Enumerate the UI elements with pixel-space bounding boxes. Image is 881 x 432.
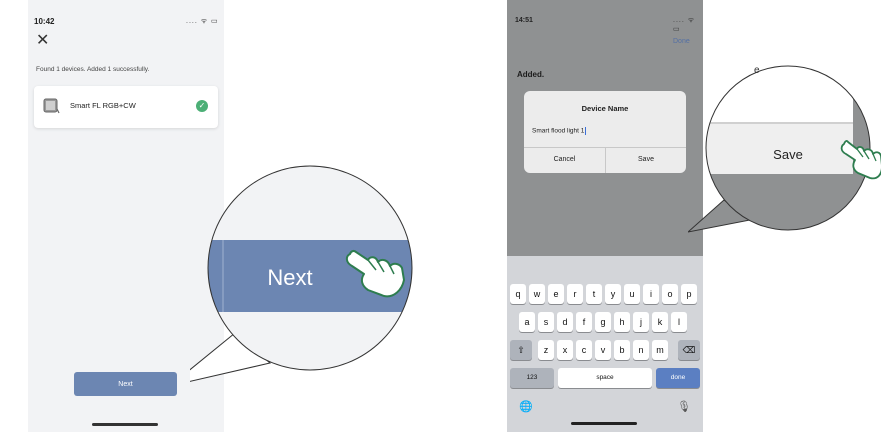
home-indicator <box>92 423 158 426</box>
key-v[interactable]: v <box>595 340 611 360</box>
status-icons: .... ᯤ ▭ <box>186 18 219 25</box>
device-name-input[interactable]: Smart flood light 1 <box>532 127 678 135</box>
zoom-next-label: Next <box>267 265 312 290</box>
zoom-save-label: Save <box>773 147 803 162</box>
space-key[interactable]: space <box>558 368 652 388</box>
next-button[interactable]: Next <box>74 372 177 396</box>
key-b[interactable]: b <box>614 340 630 360</box>
key-e[interactable]: e <box>548 284 564 304</box>
input-value: Smart flood light 1 <box>532 127 585 135</box>
magnifier-callout-next: Next <box>190 165 413 382</box>
globe-icon[interactable]: 🌐 <box>519 400 533 413</box>
key-t[interactable]: t <box>586 284 602 304</box>
device-name-dialog: Device Name Smart flood light 1 Cancel S… <box>524 91 686 173</box>
save-button[interactable]: Save <box>606 147 686 173</box>
microphone-icon[interactable]: 🎙 <box>677 400 691 413</box>
key-q[interactable]: q <box>510 284 526 304</box>
key-d[interactable]: d <box>557 312 573 332</box>
key-r[interactable]: r <box>567 284 583 304</box>
done-button[interactable]: Done <box>673 38 690 45</box>
numbers-key[interactable]: 123 <box>510 368 554 388</box>
dialog-title: Device Name <box>581 104 629 113</box>
key-i[interactable]: i <box>643 284 659 304</box>
key-o[interactable]: o <box>662 284 678 304</box>
zoom-partial-letter: e <box>754 65 760 76</box>
added-heading: Added. <box>517 70 545 79</box>
key-s[interactable]: s <box>538 312 554 332</box>
floodlight-icon <box>43 98 60 114</box>
status-time: 10:42 <box>34 17 55 26</box>
home-indicator <box>571 422 637 425</box>
key-j[interactable]: j <box>633 312 649 332</box>
key-u[interactable]: u <box>624 284 640 304</box>
key-a[interactable]: a <box>519 312 535 332</box>
shift-key[interactable]: ⇧ <box>510 340 532 360</box>
key-p[interactable]: p <box>681 284 697 304</box>
text-caret <box>585 127 587 135</box>
device-card[interactable]: Smart FL RGB+CW ✓ <box>34 86 218 128</box>
key-n[interactable]: n <box>633 340 649 360</box>
magnifier-callout-save: e Save <box>688 65 881 233</box>
key-x[interactable]: x <box>557 340 573 360</box>
key-h[interactable]: h <box>614 312 630 332</box>
key-m[interactable]: m <box>652 340 668 360</box>
status-icons: .... ᯤ ▭ <box>673 17 696 33</box>
found-devices-message: Found 1 devices. Added 1 successfully. <box>36 66 150 73</box>
keyboard: q w e r t y u i o p a s d f g h j k l ⇧ … <box>507 256 703 432</box>
status-time: 14:51 <box>515 17 533 24</box>
backspace-key[interactable]: ⌫ <box>678 340 700 360</box>
key-y[interactable]: y <box>605 284 621 304</box>
key-f[interactable]: f <box>576 312 592 332</box>
device-name: Smart FL RGB+CW <box>70 101 136 110</box>
success-check-icon: ✓ <box>196 100 208 112</box>
key-w[interactable]: w <box>529 284 545 304</box>
key-z[interactable]: z <box>538 340 554 360</box>
right-phone-screen: 14:51 .... ᯤ ▭ Done Added. Device Name S… <box>507 0 703 432</box>
key-c[interactable]: c <box>576 340 592 360</box>
key-l[interactable]: l <box>671 312 687 332</box>
cancel-button[interactable]: Cancel <box>524 147 605 173</box>
key-g[interactable]: g <box>595 312 611 332</box>
key-k[interactable]: k <box>652 312 668 332</box>
done-key[interactable]: done <box>656 368 700 388</box>
close-icon[interactable]: ✕ <box>36 33 49 49</box>
